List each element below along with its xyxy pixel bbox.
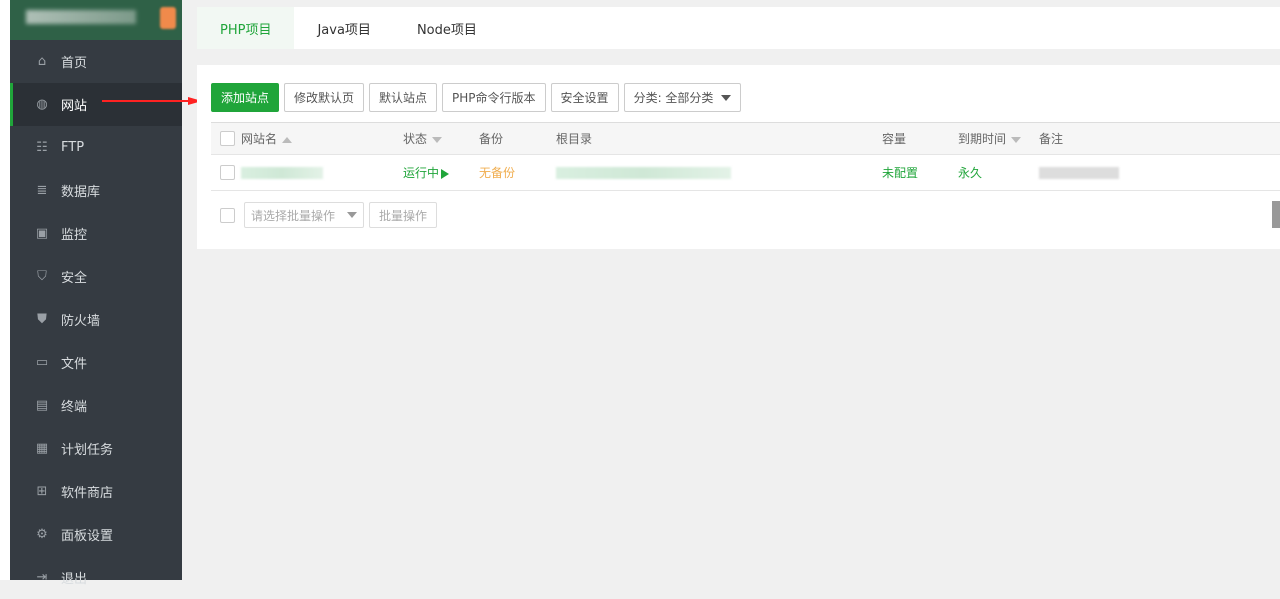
sidebar-item-ftp[interactable]: ☷ FTP: [10, 126, 182, 169]
sidebar-item-label: 软件商店: [61, 486, 114, 501]
sidebar-item-cron[interactable]: ▦ 计划任务: [10, 427, 182, 470]
sidebar-item-app-store[interactable]: ⊞ 软件商店: [10, 470, 182, 513]
ftp-icon: ☷: [36, 140, 48, 155]
sidebar-item-label: 终端: [61, 400, 88, 415]
status-running[interactable]: 运行中: [403, 154, 479, 191]
batch-operate-button[interactable]: 批量操作: [369, 202, 438, 228]
batch-checkbox[interactable]: [220, 207, 235, 223]
sidebar-item-logout[interactable]: ⇥ 退出: [10, 556, 182, 599]
folder-icon: ▭: [35, 355, 49, 370]
sidebar-item-label: 文件: [61, 357, 88, 372]
project-tabs: PHP项目 Java项目 Node项目: [197, 7, 1280, 49]
capacity-value[interactable]: 未配置: [882, 154, 958, 191]
header-label: 到期时间: [958, 132, 1007, 146]
table-row: 运行中 无备份 未配置 永久: [211, 154, 1280, 191]
col-backup: 备份: [479, 122, 556, 155]
col-remark: 备注: [1039, 122, 1280, 155]
row-checkbox[interactable]: [220, 165, 235, 180]
root-dir-redacted[interactable]: [556, 167, 731, 179]
sidebar-item-database[interactable]: ≣ 数据库: [10, 169, 182, 212]
sidebar-item-label: 面板设置: [61, 529, 114, 544]
sidebar-item-firewall[interactable]: ⛊ 防火墙: [10, 298, 182, 341]
sidebar: ⌂ 首页 ◍ 网站 ☷ FTP ≣ 数据库 ▣ 监控 ⛉ 安全 ⛊ 防火墙 ▭ 文件 ▤ 终端 ▦…: [10, 0, 182, 587]
left-edge: [0, 0, 10, 580]
chevron-down-icon: [721, 94, 732, 101]
sidebar-item-label: 安全: [61, 271, 88, 286]
batch-operations: 请选择批量操作 批量操作: [211, 202, 438, 228]
firewall-icon: ⛊: [37, 312, 47, 327]
sidebar-item-label: 计划任务: [61, 443, 114, 458]
sidebar-item-label: 网站: [61, 99, 88, 114]
apps-icon: ⊞: [36, 484, 48, 499]
sidebar-item-terminal[interactable]: ▤ 终端: [10, 384, 182, 427]
col-status[interactable]: 状态: [403, 122, 479, 155]
sidebar-item-security[interactable]: ⛉ 安全: [10, 255, 182, 298]
tab-java[interactable]: Java项目: [294, 7, 393, 49]
modify-default-page-button[interactable]: 修改默认页: [284, 83, 365, 112]
sidebar-item-label: 监控: [61, 228, 88, 243]
sidebar-item-label: 退出: [61, 572, 88, 587]
site-name-redacted[interactable]: [241, 167, 323, 179]
col-expiry[interactable]: 到期时间: [958, 122, 1039, 155]
sites-panel: 添加站点 修改默认页 默认站点 PHP命令行版本 安全设置 分类: 全部分类 网…: [197, 65, 1280, 249]
col-capacity: 容量: [882, 122, 958, 155]
panel-logo: [10, 0, 182, 40]
sidebar-item-label: FTP: [61, 140, 85, 155]
php-cli-version-button[interactable]: PHP命令行版本: [442, 83, 546, 112]
sidebar-item-home[interactable]: ⌂ 首页: [10, 40, 182, 83]
calendar-icon: ▦: [35, 441, 49, 456]
sidebar-item-label: 数据库: [61, 185, 101, 200]
database-icon: ≣: [36, 183, 48, 198]
add-site-button[interactable]: 添加站点: [211, 83, 280, 112]
col-site-name[interactable]: 网站名: [241, 122, 403, 155]
status-text: 运行中: [403, 166, 440, 180]
sites-table: 网站名 状态 备份 根目录 容量 到期时间 备注 运行中 无备份 未配置 永久: [211, 122, 1280, 191]
sidebar-item-monitor[interactable]: ▣ 监控: [10, 212, 182, 255]
horizontal-scrollbar[interactable]: [1272, 201, 1280, 228]
chevron-down-icon: [347, 212, 357, 218]
expiry-value[interactable]: 永久: [958, 154, 1039, 191]
toolbar: 添加站点 修改默认页 默认站点 PHP命令行版本 安全设置 分类: 全部分类: [211, 83, 742, 112]
globe-icon: ◍: [36, 97, 48, 112]
sidebar-item-label: 防火墙: [61, 314, 101, 329]
tab-node[interactable]: Node项目: [394, 7, 500, 49]
home-icon: ⌂: [37, 54, 47, 69]
red-arrow-annotation: [102, 97, 202, 105]
sort-desc-icon: [432, 136, 443, 143]
terminal-icon: ▤: [35, 398, 49, 413]
remark-redacted[interactable]: [1039, 167, 1119, 179]
header-label: 网站名: [241, 132, 278, 146]
logout-icon: ⇥: [36, 570, 48, 585]
security-settings-button[interactable]: 安全设置: [550, 83, 619, 112]
category-select[interactable]: 分类: 全部分类: [623, 83, 742, 112]
monitor-icon: ▣: [35, 226, 49, 241]
sidebar-item-files[interactable]: ▭ 文件: [10, 341, 182, 384]
sidebar-item-settings[interactable]: ⚙ 面板设置: [10, 513, 182, 556]
gear-icon: ⚙: [36, 527, 48, 542]
backup-status[interactable]: 无备份: [479, 154, 556, 191]
header-label: 状态: [403, 132, 428, 146]
avatar: [160, 7, 176, 29]
select-all-checkbox[interactable]: [220, 131, 235, 146]
default-site-button[interactable]: 默认站点: [369, 83, 438, 112]
col-root-dir: 根目录: [556, 122, 882, 155]
category-value: 分类: 全部分类: [633, 91, 714, 105]
sidebar-item-label: 首页: [61, 56, 88, 71]
table-header: 网站名 状态 备份 根目录 容量 到期时间 备注: [211, 122, 1280, 155]
batch-select[interactable]: 请选择批量操作: [244, 202, 364, 228]
sort-desc-icon: [1011, 136, 1022, 143]
batch-select-placeholder: 请选择批量操作: [251, 208, 336, 223]
play-icon: [441, 168, 450, 179]
sort-asc-icon: [282, 136, 293, 143]
shield-icon: ⛉: [37, 269, 47, 284]
tab-php[interactable]: PHP项目: [197, 7, 295, 49]
